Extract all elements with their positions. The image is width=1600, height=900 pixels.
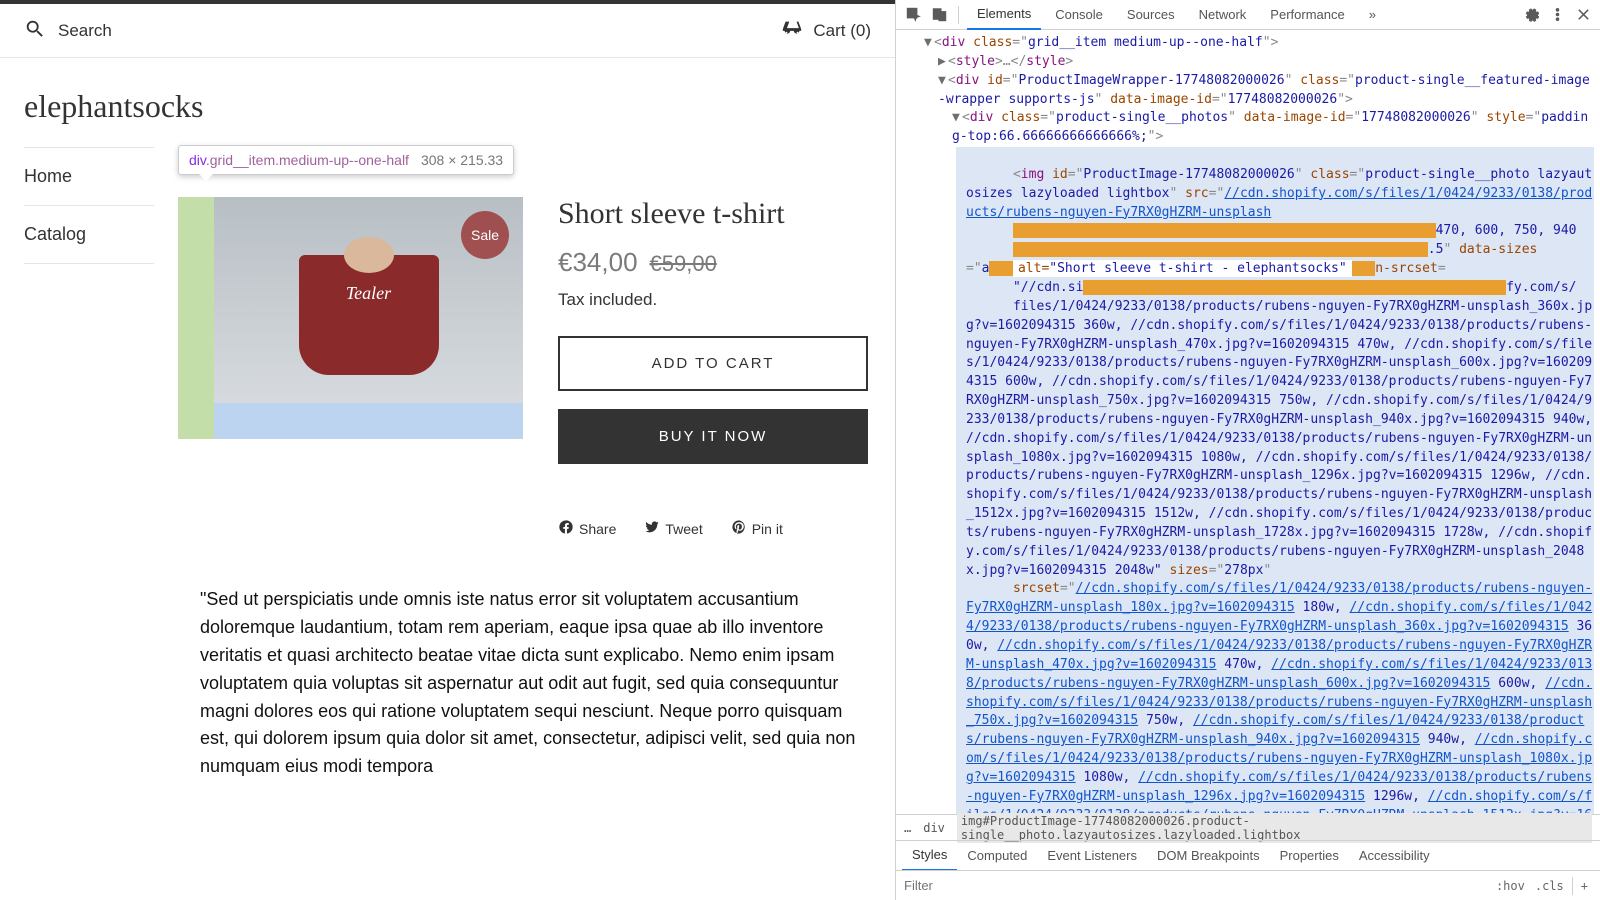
new-rule-button[interactable]: +	[1577, 878, 1592, 894]
product-description: "Sed ut perspiciatis unde omnis iste nat…	[0, 538, 895, 805]
brand-title[interactable]: elephantsocks	[0, 58, 895, 147]
top-bar: Search Cart (0)	[0, 4, 895, 58]
search-area[interactable]: Search	[24, 18, 112, 43]
styles-tab-computed[interactable]: Computed	[957, 841, 1037, 871]
search-label: Search	[58, 21, 112, 41]
product-content: div.grid__item.medium-up--one-half 308 ×…	[178, 147, 871, 538]
dom-line[interactable]: ▶<style>…</style>	[928, 53, 1594, 72]
cls-toggle[interactable]: .cls	[1531, 878, 1568, 894]
price-original: €59,00	[650, 251, 717, 277]
shirt-illustration	[299, 255, 439, 375]
device-toggle-icon[interactable]	[928, 4, 950, 26]
pin-label: Pin it	[752, 521, 783, 537]
tabs-overflow[interactable]: »	[1359, 0, 1386, 30]
dom-line[interactable]: ▼<div class="product-single__photos" dat…	[942, 109, 1594, 147]
inspected-element-highlight: div.grid__item.medium-up--one-half 308 ×…	[178, 197, 523, 439]
tab-console[interactable]: Console	[1045, 0, 1113, 30]
product-title: Short sleeve t-shirt	[558, 197, 871, 231]
twitter-icon	[644, 519, 660, 538]
pinterest-icon	[731, 519, 747, 538]
share-twitter[interactable]: Tweet	[644, 519, 702, 538]
tooltip-dimensions: 308 × 215.33	[421, 152, 503, 168]
price-sale: €34,00	[558, 247, 638, 278]
share-pinterest[interactable]: Pin it	[731, 519, 783, 538]
highlight-margin	[178, 197, 214, 439]
cart-icon	[781, 18, 803, 43]
dom-line-selected[interactable]: <img id="ProductImage-17748082000026" cl…	[956, 147, 1594, 814]
tooltip-selector: div.grid__item.medium-up--one-half	[189, 152, 409, 168]
price-row: €34,00 €59,00	[558, 247, 871, 278]
styles-tab-accessibility[interactable]: Accessibility	[1349, 841, 1440, 871]
dom-line[interactable]: ▼<div id="ProductImageWrapper-1774808200…	[928, 72, 1594, 110]
main-content: Home Catalog div.grid__item.medium-up--o…	[0, 147, 895, 538]
close-icon[interactable]	[1572, 4, 1594, 26]
cart-label: Cart (0)	[813, 21, 871, 41]
elements-tree[interactable]: ▼<div class="grid__item medium-up--one-h…	[896, 30, 1600, 814]
elements-breadcrumb[interactable]: … div img#ProductImage-17748082000026.pr…	[896, 814, 1600, 840]
add-to-cart-button[interactable]: ADD TO CART	[558, 336, 868, 391]
dom-line[interactable]: ▼<div class="grid__item medium-up--one-h…	[914, 34, 1594, 53]
styles-tab-dombp[interactable]: DOM Breakpoints	[1147, 841, 1270, 871]
styles-filter-bar: :hov .cls +	[896, 870, 1600, 900]
facebook-icon	[558, 519, 574, 538]
hov-toggle[interactable]: :hov	[1492, 878, 1529, 894]
bc-img[interactable]: img#ProductImage-17748082000026.product-…	[957, 813, 1592, 843]
inspect-element-icon[interactable]	[902, 4, 924, 26]
bc-div[interactable]: div	[923, 821, 945, 835]
website-pane: Search Cart (0) elephantsocks Home Catal…	[0, 0, 895, 900]
toolbar-sep	[958, 6, 959, 24]
tab-elements[interactable]: Elements	[967, 0, 1041, 30]
devtools-toolbar: Elements Console Sources Network Perform…	[896, 0, 1600, 30]
nav-item-home[interactable]: Home	[24, 148, 154, 206]
tab-performance[interactable]: Performance	[1260, 0, 1354, 30]
styles-tab-properties[interactable]: Properties	[1270, 841, 1349, 871]
social-row: Share Tweet Pin it	[558, 519, 871, 538]
cart-link[interactable]: Cart (0)	[781, 18, 871, 43]
highlight-box: Sale	[178, 197, 523, 439]
tab-sources[interactable]: Sources	[1117, 0, 1185, 30]
styles-filter-input[interactable]	[904, 878, 1492, 893]
search-icon	[24, 18, 46, 43]
styles-tabbar: Styles Computed Event Listeners DOM Brea…	[896, 840, 1600, 870]
buy-now-button[interactable]: BUY IT NOW	[558, 409, 868, 464]
product-details: Short sleeve t-shirt €34,00 €59,00 Tax i…	[558, 197, 871, 538]
kebab-menu-icon[interactable]	[1546, 4, 1568, 26]
share-label: Share	[579, 521, 616, 537]
tax-note: Tax included.	[558, 290, 871, 310]
styles-tab-listeners[interactable]: Event Listeners	[1037, 841, 1147, 871]
site-scroll-region[interactable]: Search Cart (0) elephantsocks Home Catal…	[0, 4, 895, 900]
side-nav: Home Catalog	[24, 147, 154, 538]
devtools-pane: Elements Console Sources Network Perform…	[895, 0, 1600, 900]
styles-tab-styles[interactable]: Styles	[902, 841, 957, 871]
product-image-column: div.grid__item.medium-up--one-half 308 ×…	[178, 197, 523, 538]
settings-icon[interactable]	[1520, 4, 1542, 26]
inspect-tooltip: div.grid__item.medium-up--one-half 308 ×…	[178, 145, 514, 175]
tab-network[interactable]: Network	[1189, 0, 1257, 30]
bc-dots[interactable]: …	[904, 821, 911, 835]
nav-item-catalog[interactable]: Catalog	[24, 206, 154, 264]
tweet-label: Tweet	[665, 521, 702, 537]
share-facebook[interactable]: Share	[558, 519, 616, 538]
sale-badge: Sale	[461, 211, 509, 259]
